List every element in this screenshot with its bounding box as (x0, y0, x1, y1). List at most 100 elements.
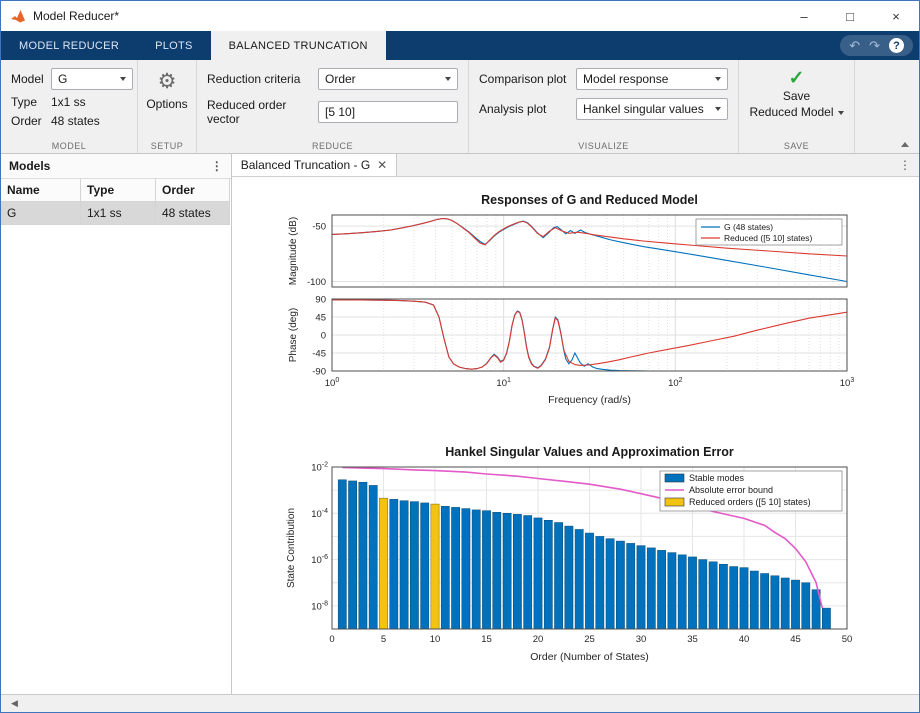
quick-access-toolbar: ↶ ↷ ? (840, 35, 913, 56)
analysis-plot-dropdown[interactable]: Hankel singular values (576, 98, 728, 120)
main-area: Models ⋮ Name Type Order G 1x1 ss 48 sta… (1, 154, 919, 694)
check-icon: ✓ (788, 68, 805, 89)
svg-text:10: 10 (429, 634, 440, 645)
section-label-setup: SETUP (150, 141, 184, 151)
section-model: Model G Type 1x1 ss Order 48 states MODE… (1, 60, 138, 153)
options-button[interactable]: ⚙ Options (146, 68, 187, 111)
chevron-down-icon (837, 111, 844, 116)
toolstrip-filler (855, 60, 919, 153)
type-label: Type (11, 95, 38, 109)
comparison-plot-dropdown[interactable]: Model response (576, 68, 728, 90)
svg-text:40: 40 (738, 634, 749, 645)
type-value: 1x1 ss (51, 95, 86, 109)
svg-text:Stable modes: Stable modes (689, 473, 745, 483)
order-label: Order (11, 114, 42, 128)
bode-figure: Responses of G and Reduced Model -50 -100 M… (232, 189, 919, 421)
section-label-reduce: REDUCE (311, 141, 353, 151)
reduced-order-vector-input[interactable] (318, 101, 458, 123)
chevron-down-icon (715, 107, 721, 111)
svg-text:10-2: 10-2 (311, 462, 328, 474)
options-label: Options (146, 97, 188, 111)
maximize-button[interactable]: □ (827, 1, 873, 31)
models-panel-title: Models (9, 159, 51, 173)
svg-text:0: 0 (329, 634, 334, 645)
svg-text:100: 100 (325, 377, 340, 389)
svg-text:10-4: 10-4 (311, 508, 328, 520)
table-row[interactable]: 48 states (156, 202, 230, 225)
section-label-visualize: VISUALIZE (578, 141, 629, 151)
hsv-figure: Hankel Singular Values and Approximation… (232, 441, 919, 681)
model-reducer-window: Model Reducer* – □ × MODEL REDUCER PLOTS… (0, 0, 920, 713)
undo-icon[interactable]: ↶ (849, 39, 860, 52)
document-area: Balanced Truncation - G ✕ ⋮ Responses of… (231, 154, 919, 694)
svg-text:90: 90 (315, 295, 326, 306)
matlab-logo-icon (9, 7, 27, 25)
save-reduced-model-button[interactable]: ✓ Save Reduced Model SAVE (739, 60, 855, 153)
chevron-down-icon (445, 77, 451, 81)
svg-text:25: 25 (584, 634, 595, 645)
statusbar: ◀ (1, 694, 919, 712)
titlebar: Model Reducer* – □ × (1, 1, 919, 31)
comparison-plot-label: Comparison plot (479, 72, 567, 86)
svg-text:103: 103 (840, 377, 855, 389)
section-label-model: MODEL (51, 141, 87, 151)
svg-text:-90: -90 (312, 367, 326, 378)
help-icon[interactable]: ? (889, 38, 904, 53)
svg-text:Responses of G and Reduced Mod: Responses of G and Reduced Model (481, 193, 698, 207)
chevron-down-icon (715, 77, 721, 81)
section-label-save: SAVE (783, 141, 810, 151)
redo-icon[interactable]: ↷ (869, 39, 880, 52)
svg-text:Frequency (rad/s): Frequency (rad/s) (548, 394, 631, 406)
analysis-plot-label: Analysis plot (479, 102, 547, 116)
toolstrip-tabbar: MODEL REDUCER PLOTS BALANCED TRUNCATION … (1, 31, 919, 60)
document-tabbar: Balanced Truncation - G ✕ ⋮ (231, 154, 919, 177)
svg-text:50: 50 (841, 634, 852, 645)
doc-tabbar-menu-icon[interactable]: ⋮ (891, 154, 919, 176)
svg-text:-50: -50 (312, 222, 326, 233)
reduction-criteria-dropdown[interactable]: Order (318, 68, 458, 90)
svg-text:10-6: 10-6 (311, 554, 328, 566)
svg-text:State Contribution: State Contribution (286, 508, 297, 588)
minimize-button[interactable]: – (781, 1, 827, 31)
svg-text:Phase (deg): Phase (deg) (288, 308, 299, 362)
table-row[interactable]: G (1, 202, 81, 225)
reduced-order-vector-label: Reduced order vector (207, 98, 287, 126)
models-panel-menu-icon[interactable]: ⋮ (211, 159, 223, 173)
toolstrip: Model G Type 1x1 ss Order 48 states MODE… (1, 60, 919, 154)
svg-text:5: 5 (381, 634, 386, 645)
reduction-criteria-label: Reduction criteria (207, 72, 301, 86)
svg-text:15: 15 (481, 634, 492, 645)
window-title: Model Reducer* (33, 9, 120, 23)
svg-text:45: 45 (790, 634, 801, 645)
window-controls: – □ × (781, 1, 919, 31)
tab-model-reducer[interactable]: MODEL REDUCER (1, 31, 137, 60)
doc-tab-balanced-truncation[interactable]: Balanced Truncation - G ✕ (231, 154, 398, 176)
chevron-down-icon (120, 77, 126, 81)
models-panel: Models ⋮ Name Type Order G 1x1 ss 48 sta… (1, 154, 232, 694)
table-row[interactable]: 1x1 ss (81, 202, 156, 225)
model-dropdown[interactable]: G (51, 68, 133, 90)
doc-tab-close-icon[interactable]: ✕ (377, 158, 387, 172)
models-table: Name Type Order G 1x1 ss 48 states (1, 179, 231, 225)
svg-text:Absolute error bound: Absolute error bound (689, 485, 773, 495)
svg-text:Order (Number of States): Order (Number of States) (530, 651, 648, 663)
svg-text:G (48 states): G (48 states) (724, 222, 773, 232)
gear-icon: ⚙ (157, 70, 177, 93)
svg-text:102: 102 (668, 377, 683, 389)
scroll-left-icon[interactable]: ◀ (5, 698, 24, 709)
svg-text:0: 0 (320, 331, 325, 342)
close-button[interactable]: × (873, 1, 919, 31)
models-col-name[interactable]: Name (1, 179, 81, 202)
order-value: 48 states (51, 114, 100, 128)
svg-text:Reduced ([5 10] states): Reduced ([5 10] states) (724, 233, 813, 243)
tab-balanced-truncation[interactable]: BALANCED TRUNCATION (210, 31, 386, 60)
section-setup: ⚙ Options SETUP (138, 60, 197, 153)
svg-text:-45: -45 (312, 349, 326, 360)
models-col-type[interactable]: Type (81, 179, 156, 202)
models-col-order[interactable]: Order (156, 179, 230, 202)
svg-text:45: 45 (315, 313, 326, 324)
svg-text:Reduced orders ([5 10] states): Reduced orders ([5 10] states) (689, 497, 811, 507)
svg-text:Magnitude (dB): Magnitude (dB) (288, 217, 299, 285)
collapse-toolstrip-icon[interactable] (901, 142, 909, 147)
tab-plots[interactable]: PLOTS (137, 31, 211, 60)
